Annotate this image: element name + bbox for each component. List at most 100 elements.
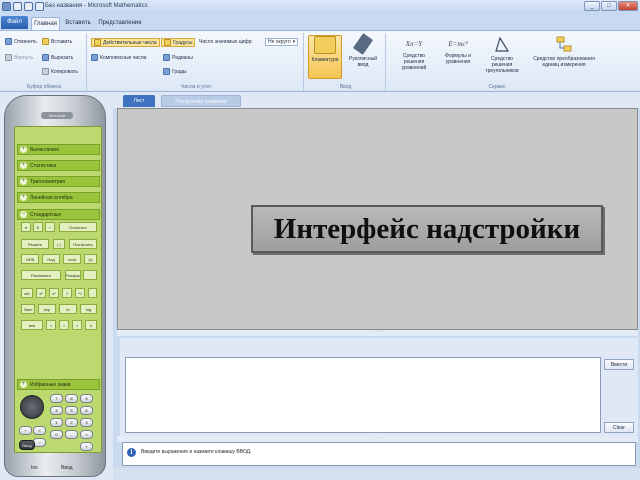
tab-insert[interactable]: Вставить: [63, 17, 93, 30]
plot-key[interactable]: Построить: [69, 239, 97, 249]
e-key[interactable]: E: [33, 222, 43, 232]
misc-key[interactable]: [88, 288, 97, 298]
real-numbers-option[interactable]: Действительные числа: [91, 38, 160, 47]
keyboard-button[interactable]: Клавиатура: [308, 35, 342, 79]
numkey[interactable]: 9: [80, 394, 93, 403]
close-button[interactable]: ✕: [618, 1, 638, 11]
numkey[interactable]: 6: [80, 406, 93, 415]
log-key[interactable]: log: [80, 304, 97, 314]
tab-worksheet[interactable]: Лист: [123, 95, 155, 107]
formulas-button[interactable]: E=mc² Формулы и уравнения: [438, 35, 478, 79]
cut-button[interactable]: Вырезать: [42, 54, 73, 61]
minimize-button[interactable]: _: [584, 1, 600, 11]
enter-key[interactable]: Ввод: [19, 440, 35, 450]
redo-icon: [5, 54, 12, 61]
lcm-key[interactable]: НОК: [21, 254, 39, 264]
mod-key[interactable]: mod: [63, 254, 81, 264]
enter-button[interactable]: Ввести: [604, 359, 634, 370]
worksheet-splitter[interactable]: · · ·: [117, 330, 638, 336]
bottom-left-key[interactable]: Ins: [31, 465, 38, 471]
numkey[interactable]: ,: [65, 430, 78, 439]
tab-graphing[interactable]: Построение графиков: [161, 95, 241, 107]
extra-key[interactable]: [83, 270, 97, 280]
expression-input[interactable]: [125, 357, 601, 433]
equation-solver-button[interactable]: Xn=Y Средство решения уравнений: [392, 35, 436, 79]
group-tools: Xn=Y Средство решения уравнений E=mc² Фо…: [388, 33, 606, 91]
clear-button[interactable]: Clear: [604, 422, 634, 433]
numkey[interactable]: =: [80, 430, 93, 439]
grads-icon: [163, 68, 170, 75]
calculator-panel: Microsoft Вычисления Статистика Тригоном…: [0, 92, 113, 480]
numkey[interactable]: 8: [65, 394, 78, 403]
section-calculus[interactable]: Вычисления: [17, 144, 100, 155]
factor-key[interactable]: Разложить: [21, 270, 61, 280]
brackets-key[interactable]: ( ): [53, 239, 65, 249]
section-statistics[interactable]: Статистика: [17, 160, 100, 171]
status-message: Введите выражение и нажмите клавишу ВВОД…: [141, 449, 252, 455]
undo-icon[interactable]: [24, 2, 33, 11]
handwriting-button[interactable]: Рукописный ввод: [344, 33, 382, 79]
bottom-right-key[interactable]: Ввод: [61, 465, 73, 471]
group-numbers-angles: Действительные числа Комплексные числа Г…: [89, 33, 304, 91]
redo-icon[interactable]: [35, 2, 44, 11]
complex-numbers-option[interactable]: Комплексные числа: [91, 54, 146, 61]
nth-root-key[interactable]: ⁿ√: [75, 288, 85, 298]
undo-button[interactable]: Отменить: [5, 38, 37, 45]
sig-digits-dropdown[interactable]: Не округл ▾: [265, 38, 299, 46]
numkey[interactable]: 2: [65, 418, 78, 427]
numkey[interactable]: 5: [65, 406, 78, 415]
numkey[interactable]: 7: [50, 394, 63, 403]
numkey[interactable]: 3: [80, 418, 93, 427]
redo-button[interactable]: Вернуть: [5, 54, 33, 61]
less-key[interactable]: <: [46, 320, 56, 330]
file-menu-button[interactable]: Файл: [1, 16, 28, 29]
numkey[interactable]: ×: [33, 426, 46, 435]
section-trigonometry[interactable]: Тригонометрия: [17, 176, 100, 187]
section-favorites[interactable]: Избранные знаки: [17, 379, 100, 390]
unit-converter-button[interactable]: Средство преобразования единиц измерения: [526, 35, 602, 79]
equation-icon: Xn=Y: [405, 40, 423, 48]
gcd-key[interactable]: Нод: [42, 254, 60, 264]
radians-option[interactable]: Радианы: [163, 54, 193, 61]
ln-key[interactable]: ln: [59, 304, 77, 314]
sqrt-key[interactable]: √: [62, 288, 72, 298]
grads-option[interactable]: Грады: [163, 68, 187, 75]
ans-key[interactable]: ans: [21, 320, 43, 330]
save-icon[interactable]: [13, 2, 22, 11]
numkey[interactable]: ÷: [19, 426, 32, 435]
degrees-option[interactable]: Градусы: [161, 38, 196, 47]
numeric-keypad: 7 8 9 4 5 6 1 2 3 ÷ × 0 , = − + Ввод: [19, 394, 95, 462]
paste-button[interactable]: Вставить: [42, 38, 72, 45]
section-standard[interactable]: Стандартные: [17, 209, 100, 220]
app-icon[interactable]: [2, 2, 11, 11]
numkey[interactable]: 4: [50, 406, 63, 415]
numkey[interactable]: 1: [50, 418, 63, 427]
fraction-key[interactable]: a/b: [21, 288, 33, 298]
numkey[interactable]: 0: [50, 430, 63, 439]
quick-access-toolbar: [2, 2, 44, 11]
exp-notation-key[interactable]: Эксп: [21, 304, 35, 314]
gte-key[interactable]: ≥: [85, 320, 97, 330]
expand-key[interactable]: Раскрыть: [65, 270, 81, 280]
maximize-button[interactable]: □: [601, 1, 617, 11]
power-key[interactable]: xⁿ: [49, 288, 59, 298]
equal-key[interactable]: =: [59, 320, 69, 330]
worksheet-area[interactable]: Интерфейс надстройки: [117, 108, 638, 330]
tab-home[interactable]: Главная: [31, 17, 60, 30]
abs-key[interactable]: |x|: [84, 254, 97, 264]
numkey[interactable]: +: [80, 442, 93, 451]
navigation-pad[interactable]: [20, 395, 44, 419]
pi-key[interactable]: π: [21, 222, 31, 232]
copy-button[interactable]: Копировать: [42, 68, 78, 75]
exp-key[interactable]: exp: [38, 304, 56, 314]
caption-text: Интерфейс надстройки: [273, 212, 581, 245]
section-linear-algebra[interactable]: Линейная алгебра: [17, 192, 100, 203]
triangle-solver-button[interactable]: Средство решения треугольников: [480, 35, 524, 79]
square-key[interactable]: x²: [36, 288, 46, 298]
window-title: Без названия - Microsoft Mathematics: [45, 3, 148, 9]
tab-view[interactable]: Представление: [97, 17, 143, 30]
greater-key[interactable]: >: [72, 320, 82, 330]
clear-key[interactable]: Очистить: [59, 222, 97, 232]
solve-key[interactable]: Решить: [21, 239, 49, 249]
i-key[interactable]: i: [45, 222, 55, 232]
